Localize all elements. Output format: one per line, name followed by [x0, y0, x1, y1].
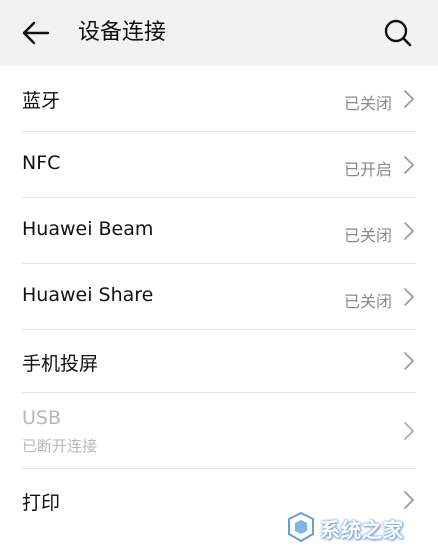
- row-label: Huawei Beam: [22, 218, 154, 240]
- chevron-right-icon: [404, 156, 414, 174]
- row-label: 手机投屏: [22, 353, 99, 375]
- row-sublabel: 已断开连接: [22, 437, 98, 455]
- row-screen-projection[interactable]: 手机投屏: [0, 330, 438, 393]
- settings-list: 蓝牙 已关闭 NFC 已开启 Huawei Beam 已关闭 Huawei Sh…: [0, 66, 438, 532]
- watermark-icon: [288, 511, 314, 543]
- row-status: 已关闭: [343, 292, 392, 311]
- chevron-right-icon: [404, 422, 414, 440]
- row-label: Huawei Share: [22, 284, 154, 306]
- row-huawei-share[interactable]: Huawei Share 已关闭: [0, 264, 438, 330]
- chevron-right-icon: [404, 352, 414, 370]
- row-status: 已关闭: [343, 94, 392, 113]
- row-bluetooth[interactable]: 蓝牙 已关闭: [0, 66, 438, 132]
- row-label: 蓝牙: [22, 90, 61, 112]
- search-button[interactable]: [380, 15, 416, 51]
- search-icon: [384, 19, 412, 47]
- row-label: NFC: [22, 152, 61, 174]
- chevron-right-icon: [404, 90, 414, 108]
- back-button[interactable]: [18, 15, 54, 51]
- page-title: 设备连接: [78, 20, 167, 45]
- watermark-text: 系统之家: [320, 518, 404, 542]
- row-label: 打印: [22, 492, 61, 514]
- row-usb[interactable]: USB 已断开连接: [0, 393, 438, 469]
- chevron-right-icon: [404, 288, 414, 306]
- app-header: 设备连接: [0, 0, 438, 66]
- watermark-logo: 系统之家: [282, 506, 432, 548]
- row-label: USB: [22, 407, 62, 429]
- row-status: 已开启: [343, 160, 392, 179]
- row-status: 已关闭: [343, 226, 392, 245]
- row-nfc[interactable]: NFC 已开启: [0, 132, 438, 198]
- back-arrow-icon: [22, 21, 50, 45]
- chevron-right-icon: [404, 222, 414, 240]
- row-huawei-beam[interactable]: Huawei Beam 已关闭: [0, 198, 438, 264]
